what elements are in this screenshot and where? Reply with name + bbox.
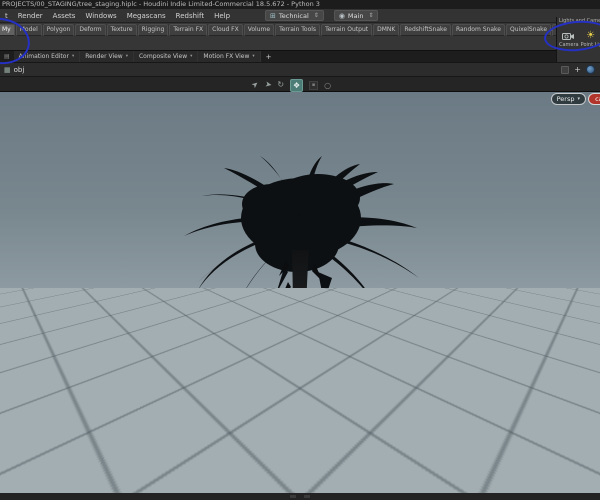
menu-item-windows[interactable]: Windows [80,12,121,20]
menu-item-assets[interactable]: Assets [48,12,81,20]
pane-link-icon[interactable] [586,65,595,74]
pane-tab-label: Motion FX View [203,53,250,60]
chevron-down-icon[interactable]: ▾ [126,54,128,59]
desktop-selector[interactable]: ◉ Main ⇕ [333,10,379,21]
shelf-tool-camera-label: Camera [559,42,579,48]
window-title: PROJECTS/00_STAGING/tree_staging.hiplc -… [2,0,320,8]
shelf-tab-random-snake[interactable]: Random Snake [451,24,505,36]
updown-arrows-icon: ⇕ [368,12,374,19]
shelf-tab-rigging[interactable]: Rigging [137,24,169,36]
shelf-set-label: Technical [278,11,309,20]
viewport-toolbar: ➤ ➤ ↻ ❖ ▪ ○ [0,76,600,92]
scene-viewport[interactable]: Persp ▾ cam Indie Edition Left mouse tum… [0,92,600,493]
network-path[interactable]: obj [14,66,25,74]
menu-item-edit-partial[interactable]: t [0,12,13,20]
menu-bar: t Render Assets Windows Megascans Redshi… [0,9,600,23]
camera-icon [559,29,579,42]
shelf-tab-quixelsnake[interactable]: QuixelSnake [505,24,552,36]
playbar-tick [290,495,296,498]
updown-arrows-icon: ⇕ [313,12,319,19]
shelf-tab-dmnk[interactable]: DMNK [373,24,400,36]
camera-pill[interactable]: cam [588,93,600,105]
network-path-bar: ▦ obj + [0,62,600,76]
shelf-tab-my[interactable]: My [0,24,15,36]
shelf-tab-polygon[interactable]: Polygon [42,24,75,36]
pane-tab-bar: ▤ Animation Editor ▾ Render View ▾ Compo… [0,50,556,62]
desktop-icon: ◉ [338,11,345,20]
pane-icon[interactable]: ▤ [0,53,14,60]
bottom-panel-edge [0,493,600,500]
shelf-tab-deform[interactable]: Deform [75,24,106,36]
indie-watermark: Indie Edition [566,478,600,486]
split-pane-button[interactable]: + [574,65,581,74]
network-node-icon: ▦ [4,65,11,74]
view-menu-label: Persp [556,95,575,103]
camera-pill-label: cam [595,95,600,103]
construction-plane-icon[interactable]: ○ [324,81,331,90]
houdini-window: PROJECTS/00_STAGING/tree_staging.hiplc -… [0,0,600,500]
select-tool-icon[interactable]: ➤ [264,79,272,90]
handles-tool-icon-active[interactable]: ❖ [290,78,304,92]
pane-tab-motion-fx-view[interactable]: Motion FX View ▾ [198,51,261,62]
pane-tab-animation-editor[interactable]: Animation Editor ▾ [13,51,81,62]
grid-icon: ⊞ [270,11,276,20]
shelf-set-selector[interactable]: ⊞ Technical ⇕ [265,10,324,21]
shelf-overflow-icon[interactable]: ▾ [550,27,553,33]
shelf-tab-texture[interactable]: Texture [106,24,137,36]
shelf-section-title: Lights and Cameras [559,18,600,24]
point-light-icon: ☀ [586,29,596,41]
shelf-tool-camera[interactable]: Camera [559,29,579,49]
menu-item-help[interactable]: Help [209,12,235,20]
shelf-dock: My Model Polygon Deform Texture Rigging … [0,17,600,62]
menu-item-render[interactable]: Render [13,12,48,20]
window-title-bar: PROJECTS/00_STAGING/tree_staging.hiplc -… [0,0,600,9]
shelf-tab-model[interactable]: Model [15,24,42,36]
pane-tab-render-view[interactable]: Render View ▾ [80,51,134,62]
pane-tab-composite-view[interactable]: Composite View ▾ [133,51,199,62]
snap-tool-icon[interactable]: ▪ [309,80,319,90]
desktop-label: Main [347,11,364,20]
shelf-tab-terrain-fx[interactable]: Terrain FX [169,24,208,36]
pane-tab-label: Render View [85,53,123,60]
shelf-tab-redshiftsnake[interactable]: RedshiftSnake [400,24,451,36]
shelf-tool-point-light-label: Point Light [580,42,600,48]
shelf-tab-volume[interactable]: Volume [243,24,275,36]
shelf-tab-strip: My Model Polygon Deform Texture Rigging … [0,24,600,36]
shelf-tool-point-light[interactable]: ☀ Point Light [581,29,600,49]
chevron-down-icon[interactable]: ▾ [72,54,74,59]
chevron-down-icon: ▾ [577,96,580,102]
view-menu-persp[interactable]: Persp ▾ [550,93,586,105]
pane-tab-label: Composite View [138,53,188,60]
pane-tab-label: Animation Editor [18,53,69,60]
menu-item-megascans[interactable]: Megascans [122,12,171,20]
chevron-down-icon[interactable]: ▾ [190,54,192,59]
menu-item-redshift[interactable]: Redshift [171,12,209,20]
add-pane-tab-button[interactable]: + [261,53,277,61]
shelf-lights-cameras-section: Lights and Cameras Camera ☀ Point Light [556,17,600,62]
playbar-tick [304,495,310,498]
rotate-tool-icon[interactable]: ↻ [277,80,284,90]
shelf-tab-cloud-fx[interactable]: Cloud FX [208,24,243,36]
chevron-down-icon[interactable]: ▾ [252,54,254,59]
view-tool-icon[interactable]: ➤ [250,79,262,91]
shelf-tab-terrain-output[interactable]: Terrain Output [321,24,373,36]
shelf-tab-terrain-tools[interactable]: Terrain Tools [275,24,321,36]
viewport-help-bar: Left mouse tumbles. Middle pans. Right d… [118,482,484,492]
pin-pane-icon[interactable] [561,65,570,74]
